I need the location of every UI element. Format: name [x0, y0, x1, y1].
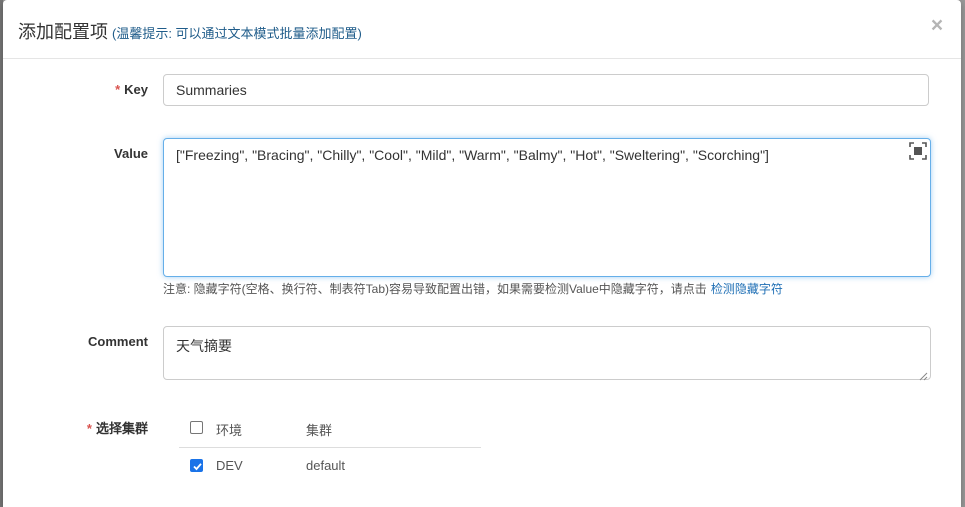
cluster-label: * 选择集群: [3, 418, 148, 437]
dev-checkbox[interactable]: [190, 459, 203, 472]
detect-hidden-chars-link[interactable]: 检测隐藏字符: [711, 282, 783, 296]
table-row: DEV default: [179, 448, 481, 485]
cluster-table: 环境 集群 DEV default: [179, 410, 481, 485]
select-all-checkbox[interactable]: [190, 421, 203, 434]
cluster-cell: default: [306, 458, 346, 473]
value-label: Value: [3, 146, 148, 161]
cluster-header: 集群: [306, 423, 333, 438]
close-button[interactable]: ×: [927, 14, 947, 38]
add-config-modal: 添加配置项(温馨提示: 可以通过文本模式批量添加配置) × *Key Value…: [3, 0, 961, 507]
key-label-text: Key: [124, 82, 148, 97]
modal-header: 添加配置项 (温馨提示: 可以通过文本模式批量添加配置) ×: [3, 0, 961, 59]
comment-label: Comment: [3, 334, 148, 349]
key-input[interactable]: [163, 74, 929, 106]
required-mark: *: [86, 421, 92, 436]
required-mark: *: [115, 82, 121, 97]
close-icon: ×: [930, 14, 944, 37]
value-textarea[interactable]: ["Freezing", "Bracing", "Chilly", "Cool"…: [163, 138, 931, 277]
modal-tip: (温馨提示: 可以通过文本模式批量添加配置): [112, 26, 362, 41]
check-icon: [193, 463, 202, 471]
value-label-text: Value: [114, 146, 148, 161]
modal-title: 添加配置项 (温馨提示: 可以通过文本模式批量添加配置): [18, 18, 362, 44]
key-label: * Key: [3, 82, 148, 97]
comment-text: 天气摘要: [176, 338, 232, 354]
resize-handle-icon[interactable]: [919, 368, 928, 381]
env-header: 环境: [216, 423, 243, 438]
modal-title-text: 添加配置项: [18, 22, 108, 42]
note-text: 注意: 隐藏字符(空格、换行符、制表符Tab)容易导致配置出错，如果需要检测Va…: [163, 282, 707, 296]
comment-textarea[interactable]: 天气摘要: [163, 326, 931, 381]
value-text: ["Freezing", "Bracing", "Chilly", "Cool"…: [176, 147, 769, 163]
cluster-label-text: 选择集群: [95, 421, 148, 436]
hidden-char-note: 注意: 隐藏字符(空格、换行符、制表符Tab)容易导致配置出错，如果需要检测Va…: [163, 280, 783, 297]
env-cell: DEV: [216, 458, 243, 473]
cluster-table-header: 环境 集群: [179, 410, 481, 448]
comment-label-text: Comment: [88, 334, 148, 349]
fullscreen-icon[interactable]: [909, 142, 927, 160]
